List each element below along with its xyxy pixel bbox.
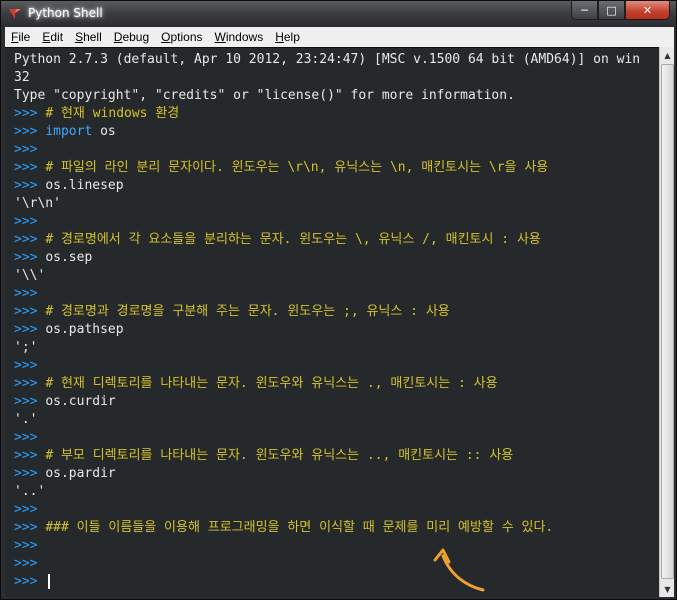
prompt-line: >>> bbox=[14, 501, 659, 519]
prompt-marker: >>> bbox=[14, 142, 46, 157]
menu-bar: File Edit Shell Debug Options Windows He… bbox=[5, 27, 674, 47]
minimize-button[interactable]: ─ bbox=[571, 1, 598, 20]
version-banner: Python 2.7.3 (default, Apr 10 2012, 23:2… bbox=[14, 52, 641, 67]
minimize-icon: ─ bbox=[581, 3, 588, 17]
text-cursor bbox=[48, 574, 51, 589]
prompt-line: >>> # 현재 디렉토리를 나타내는 문자. 윈도우와 유닉스는 ., 매킨토… bbox=[14, 375, 659, 393]
maximize-button[interactable]: □ bbox=[598, 1, 625, 20]
prompt-line: >>> # 파일의 라인 분리 문자이다. 윈도우는 \r\n, 유닉스는 \n… bbox=[14, 159, 659, 177]
menu-help[interactable]: Help bbox=[269, 30, 306, 44]
prompt-marker: >>> bbox=[14, 232, 46, 247]
comment-text: # 현재 디렉토리를 나타내는 문자. 윈도우와 유닉스는 ., 매킨토시는 :… bbox=[45, 376, 498, 391]
prompt-marker: >>> bbox=[14, 304, 46, 319]
output-line: ';' bbox=[14, 340, 38, 355]
prompt-marker: >>> bbox=[14, 376, 46, 391]
output-line: '..' bbox=[14, 484, 46, 499]
prompt-line: >>> os.pathsep bbox=[14, 321, 659, 339]
code-text: os.curdir bbox=[45, 394, 116, 409]
prompt-line: >>> bbox=[14, 285, 659, 303]
comment-text: # 부모 디렉토리를 나타내는 문자. 윈도우와 유닉스는 .., 매킨토시는 … bbox=[45, 448, 514, 463]
maximize-icon: □ bbox=[606, 3, 617, 17]
output-line: '\r\n' bbox=[14, 196, 61, 211]
prompt-marker: >>> bbox=[14, 520, 46, 535]
prompt-line: >>> bbox=[14, 213, 659, 231]
prompt-line: >>> bbox=[14, 537, 659, 555]
prompt-marker: >>> bbox=[14, 466, 46, 481]
menu-edit[interactable]: Edit bbox=[36, 30, 69, 44]
prompt-marker: >>> bbox=[14, 358, 46, 373]
prompt-marker: >>> bbox=[14, 502, 46, 517]
prompt-marker: >>> bbox=[14, 538, 46, 553]
output-line: '\\' bbox=[14, 268, 46, 283]
scroll-up-icon[interactable]: ▲ bbox=[660, 47, 675, 63]
input-line: >>> bbox=[14, 573, 659, 591]
idle-app-icon bbox=[9, 9, 21, 19]
prompt-line: >>> os.curdir bbox=[14, 393, 659, 411]
prompt-line: >>> # 경로명과 경로명을 구분해 주는 문자. 윈도우는 ;, 유닉스 :… bbox=[14, 303, 659, 321]
prompt-marker: >>> bbox=[14, 430, 46, 445]
prompt-line: >>> bbox=[14, 141, 659, 159]
menu-debug[interactable]: Debug bbox=[108, 30, 155, 44]
prompt-marker: >>> bbox=[14, 106, 46, 121]
menu-shell[interactable]: Shell bbox=[69, 30, 108, 44]
prompt-marker: >>> bbox=[14, 124, 46, 139]
prompt-marker: >>> bbox=[14, 322, 46, 337]
prompt-line: >>> # 부모 디렉토리를 나타내는 문자. 윈도우와 유닉스는 .., 매킨… bbox=[14, 447, 659, 465]
window-title: Python Shell bbox=[28, 6, 103, 20]
scroll-thumb[interactable] bbox=[661, 64, 674, 579]
window-controls: ─ □ ✕ bbox=[571, 1, 670, 21]
code-text: os bbox=[92, 124, 116, 139]
comment-text: # 현재 windows 환경 bbox=[45, 106, 180, 121]
prompt-line: >>> os.linesep bbox=[14, 177, 659, 195]
code-text: os.pathsep bbox=[45, 322, 124, 337]
comment-text: ### 이들 이름들을 이용해 프로그래밍을 하면 이식할 때 문제를 미리 예… bbox=[45, 520, 554, 535]
scroll-down-icon[interactable]: ▼ bbox=[660, 581, 675, 597]
prompt-marker: >>> bbox=[14, 178, 46, 193]
version-banner-wrap: 32 bbox=[14, 70, 30, 85]
prompt-line: >>> os.pardir bbox=[14, 465, 659, 483]
shell-text-area[interactable]: Python 2.7.3 (default, Apr 10 2012, 23:2… bbox=[5, 47, 659, 597]
annotation-arrow-icon bbox=[433, 548, 485, 592]
title-bar[interactable]: Python Shell ─ □ ✕ bbox=[1, 1, 676, 27]
prompt-marker: >>> bbox=[14, 250, 46, 265]
vertical-scrollbar[interactable]: ▲ ▼ bbox=[659, 47, 674, 597]
prompt-line: >>> bbox=[14, 429, 659, 447]
prompt-line: >>> import os bbox=[14, 123, 659, 141]
comment-text: # 경로명에서 각 요소들을 분리하는 문자. 윈도우는 \, 유닉스 /, 매… bbox=[45, 232, 541, 247]
prompt-marker: >>> bbox=[14, 394, 46, 409]
close-icon: ✕ bbox=[642, 3, 653, 17]
prompt-line: >>> os.sep bbox=[14, 249, 659, 267]
keyword-import: import bbox=[45, 124, 93, 139]
prompt-marker: >>> bbox=[14, 574, 46, 589]
python-shell-window: Python Shell ─ □ ✕ File Edit Shell Debug… bbox=[0, 0, 677, 600]
prompt-line: >>> bbox=[14, 357, 659, 375]
comment-text: # 파일의 라인 분리 문자이다. 윈도우는 \r\n, 유닉스는 \n, 매킨… bbox=[45, 160, 549, 175]
prompt-marker: >>> bbox=[14, 160, 46, 175]
prompt-line: >>> ### 이들 이름들을 이용해 프로그래밍을 하면 이식할 때 문제를 … bbox=[14, 519, 659, 537]
output-line: '.' bbox=[14, 412, 38, 427]
menu-file[interactable]: File bbox=[5, 30, 36, 44]
menu-windows[interactable]: Windows bbox=[209, 30, 270, 44]
prompt-marker: >>> bbox=[14, 286, 46, 301]
close-button[interactable]: ✕ bbox=[625, 1, 670, 20]
prompt-line: >>> # 경로명에서 각 요소들을 분리하는 문자. 윈도우는 \, 유닉스 … bbox=[14, 231, 659, 249]
prompt-marker: >>> bbox=[14, 556, 46, 571]
prompt-line: >>> # 현재 windows 환경 bbox=[14, 105, 659, 123]
prompt-marker: >>> bbox=[14, 448, 46, 463]
info-banner: Type "copyright", "credits" or "license(… bbox=[14, 88, 515, 103]
prompt-line: >>> bbox=[14, 555, 659, 573]
prompt-marker: >>> bbox=[14, 214, 46, 229]
code-text: os.sep bbox=[45, 250, 93, 265]
code-text: os.pardir bbox=[45, 466, 116, 481]
menu-options[interactable]: Options bbox=[155, 30, 208, 44]
code-text: os.linesep bbox=[45, 178, 124, 193]
comment-text: # 경로명과 경로명을 구분해 주는 문자. 윈도우는 ;, 유닉스 : 사용 bbox=[45, 304, 450, 319]
